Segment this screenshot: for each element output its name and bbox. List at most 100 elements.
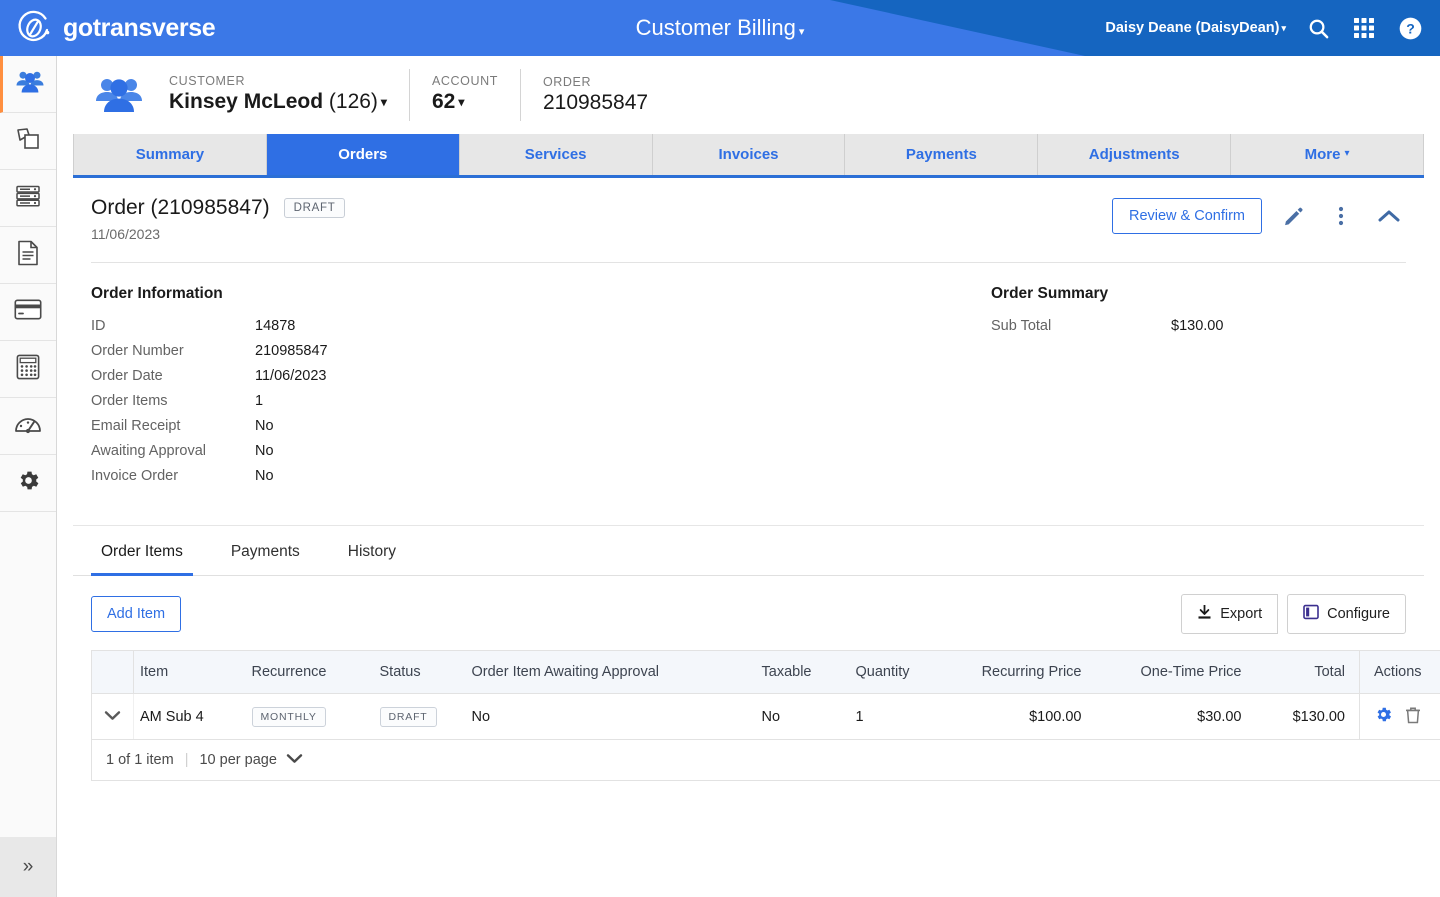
chevron-up-collapse-icon[interactable] [1372, 199, 1406, 233]
invoices-document-icon [17, 240, 39, 271]
sidebar-item-settings[interactable] [0, 455, 56, 512]
summary-row: Sub Total $130.00 [991, 318, 1406, 334]
page-title: Order (210985847) [91, 196, 270, 219]
rates-server-icon [15, 185, 41, 212]
tab-label: Services [524, 146, 587, 163]
order-card-header: Order (210985847) DRAFT 11/06/2023 Revie… [91, 178, 1406, 242]
table-header-row: Item Recurrence Status Order Item Awaiti… [91, 650, 1440, 694]
detail-row: Order Number 210985847 [91, 343, 991, 359]
add-item-button[interactable]: Add Item [91, 596, 182, 632]
order-card-title-block: Order (210985847) DRAFT 11/06/2023 [91, 196, 346, 242]
column-header-status[interactable]: Status [373, 650, 466, 694]
payments-card-icon [14, 299, 42, 325]
column-header-recurrence[interactable]: Recurrence [245, 650, 374, 694]
customer-name: Kinsey McLeod [169, 90, 324, 113]
detail-key: ID [91, 318, 106, 334]
sidebar-item-customers[interactable] [0, 56, 56, 113]
chevron-down-icon[interactable]: ▾ [458, 95, 464, 109]
review-confirm-button[interactable]: Review & Confirm [1111, 198, 1262, 234]
vertical-dots-icon[interactable] [1324, 199, 1358, 233]
export-button[interactable]: Export [1181, 594, 1279, 634]
detail-key: Order Date [91, 368, 163, 384]
account-number: 62 [431, 90, 456, 113]
summary-key: Sub Total [991, 318, 1052, 334]
tab-invoices[interactable]: Invoices [652, 134, 846, 175]
tab-adjustments[interactable]: Adjustments [1038, 134, 1232, 175]
columns-configure-icon [1303, 604, 1319, 624]
column-header-quantity[interactable]: Quantity [849, 650, 948, 694]
column-header-total[interactable]: Total [1255, 650, 1360, 694]
brand-logo[interactable]: gotransverse [14, 8, 216, 48]
main-tabs: Summary Orders Services Invoices Payment… [73, 134, 1425, 178]
cell-total: $130.00 [1255, 693, 1360, 740]
customer-avatar-icon [91, 73, 147, 117]
sidebar-item-rates[interactable] [0, 170, 56, 227]
pager-cell: 1 of 1 item | 10 per page [92, 740, 1440, 781]
tab-orders[interactable]: Orders [266, 134, 460, 175]
detail-key: Awaiting Approval [91, 443, 207, 459]
chevron-down-icon: ▾ [1344, 148, 1350, 159]
apps-grid-icon[interactable] [1350, 14, 1378, 42]
breadcrumb-customer-value: Kinsey McLeod (126) ▾ [169, 89, 387, 117]
user-menu-caret-icon: ▾ [1281, 23, 1286, 33]
products-copy-icon [15, 126, 41, 157]
subtab-label: Payments [230, 543, 300, 560]
row-expand-cell[interactable] [91, 693, 134, 740]
breadcrumb-customer[interactable]: CUSTOMER Kinsey McLeod (126) ▾ [147, 69, 409, 121]
user-menu[interactable]: Daisy Deane (DaisyDean) ▾ [1105, 20, 1286, 36]
cell-taxable: No [755, 693, 850, 740]
tab-summary[interactable]: Summary [73, 134, 267, 175]
cell-one-time-price: $30.00 [1095, 693, 1256, 740]
per-page-select[interactable]: 10 per page [199, 752, 303, 768]
breadcrumb-account[interactable]: ACCOUNT 62 ▾ [408, 69, 520, 121]
column-header-item[interactable]: Item [133, 650, 246, 694]
column-header-awaiting-approval[interactable]: Order Item Awaiting Approval [465, 650, 756, 694]
gotransverse-circle-logo-icon [14, 8, 54, 48]
pencil-edit-icon[interactable] [1276, 199, 1310, 233]
configure-button[interactable]: Configure [1287, 594, 1406, 634]
export-label: Export [1220, 606, 1263, 622]
table-body: AM Sub 4 MONTHLY DRAFT No No 1 $100.00 $… [91, 693, 1440, 740]
breadcrumb-account-value: 62 ▾ [432, 89, 498, 117]
sidebar-expand-button[interactable]: » [0, 837, 56, 897]
cell-recurring-price: $100.00 [947, 693, 1096, 740]
customers-icon [15, 69, 45, 100]
sidebar-item-products[interactable] [0, 113, 56, 170]
sidebar-item-dashboard[interactable] [0, 398, 56, 455]
column-header-taxable[interactable]: Taxable [755, 650, 850, 694]
breadcrumb: CUSTOMER Kinsey McLeod (126) ▾ ACCOUNT 62… [57, 56, 1440, 134]
subtab-order-items[interactable]: Order Items [91, 527, 193, 576]
table-toolbar: Add Item Export Configure [73, 576, 1424, 650]
table-toolbar-right: Export Configure [1181, 594, 1406, 634]
detail-value: No [255, 468, 274, 484]
cell-actions [1359, 693, 1440, 740]
detail-row: Email Receipt No [91, 418, 991, 434]
chevron-down-icon[interactable]: ▾ [381, 95, 387, 109]
tab-payments[interactable]: Payments [845, 134, 1039, 175]
sidebar-item-payments[interactable] [0, 284, 56, 341]
table-row[interactable]: AM Sub 4 MONTHLY DRAFT No No 1 $100.00 $… [91, 693, 1440, 740]
column-header-recurring-price[interactable]: Recurring Price [947, 650, 1096, 694]
subtab-label: Order Items [101, 543, 183, 560]
sidebar-item-calculator[interactable] [0, 341, 56, 398]
subtab-payments[interactable]: Payments [221, 527, 310, 576]
search-icon[interactable] [1304, 14, 1332, 42]
chevron-down-expand-icon[interactable] [104, 709, 121, 725]
header-right-controls: Daisy Deane (DaisyDean) ▾ ? [1105, 0, 1424, 56]
subtab-history[interactable]: History [338, 527, 406, 576]
tab-more[interactable]: More ▾ [1231, 134, 1425, 175]
row-trash-delete-icon[interactable] [1405, 706, 1421, 728]
tab-services[interactable]: Services [459, 134, 653, 175]
row-settings-gear-icon[interactable] [1374, 705, 1393, 728]
help-circle-icon[interactable]: ? [1396, 14, 1424, 42]
customer-id: (126) [328, 90, 378, 113]
order-card-actions: Review & Confirm [1111, 196, 1406, 234]
tab-label: Summary [135, 146, 205, 163]
status-badge: DRAFT [379, 706, 437, 727]
breadcrumb-customer-label: CUSTOMER [169, 74, 246, 88]
detail-row: Awaiting Approval No [91, 443, 991, 459]
column-header-one-time-price[interactable]: One-Time Price [1095, 650, 1256, 694]
sidebar-item-invoices[interactable] [0, 227, 56, 284]
item-count-label: 1 of 1 item [106, 752, 174, 768]
cell-awaiting-approval: No [465, 693, 756, 740]
